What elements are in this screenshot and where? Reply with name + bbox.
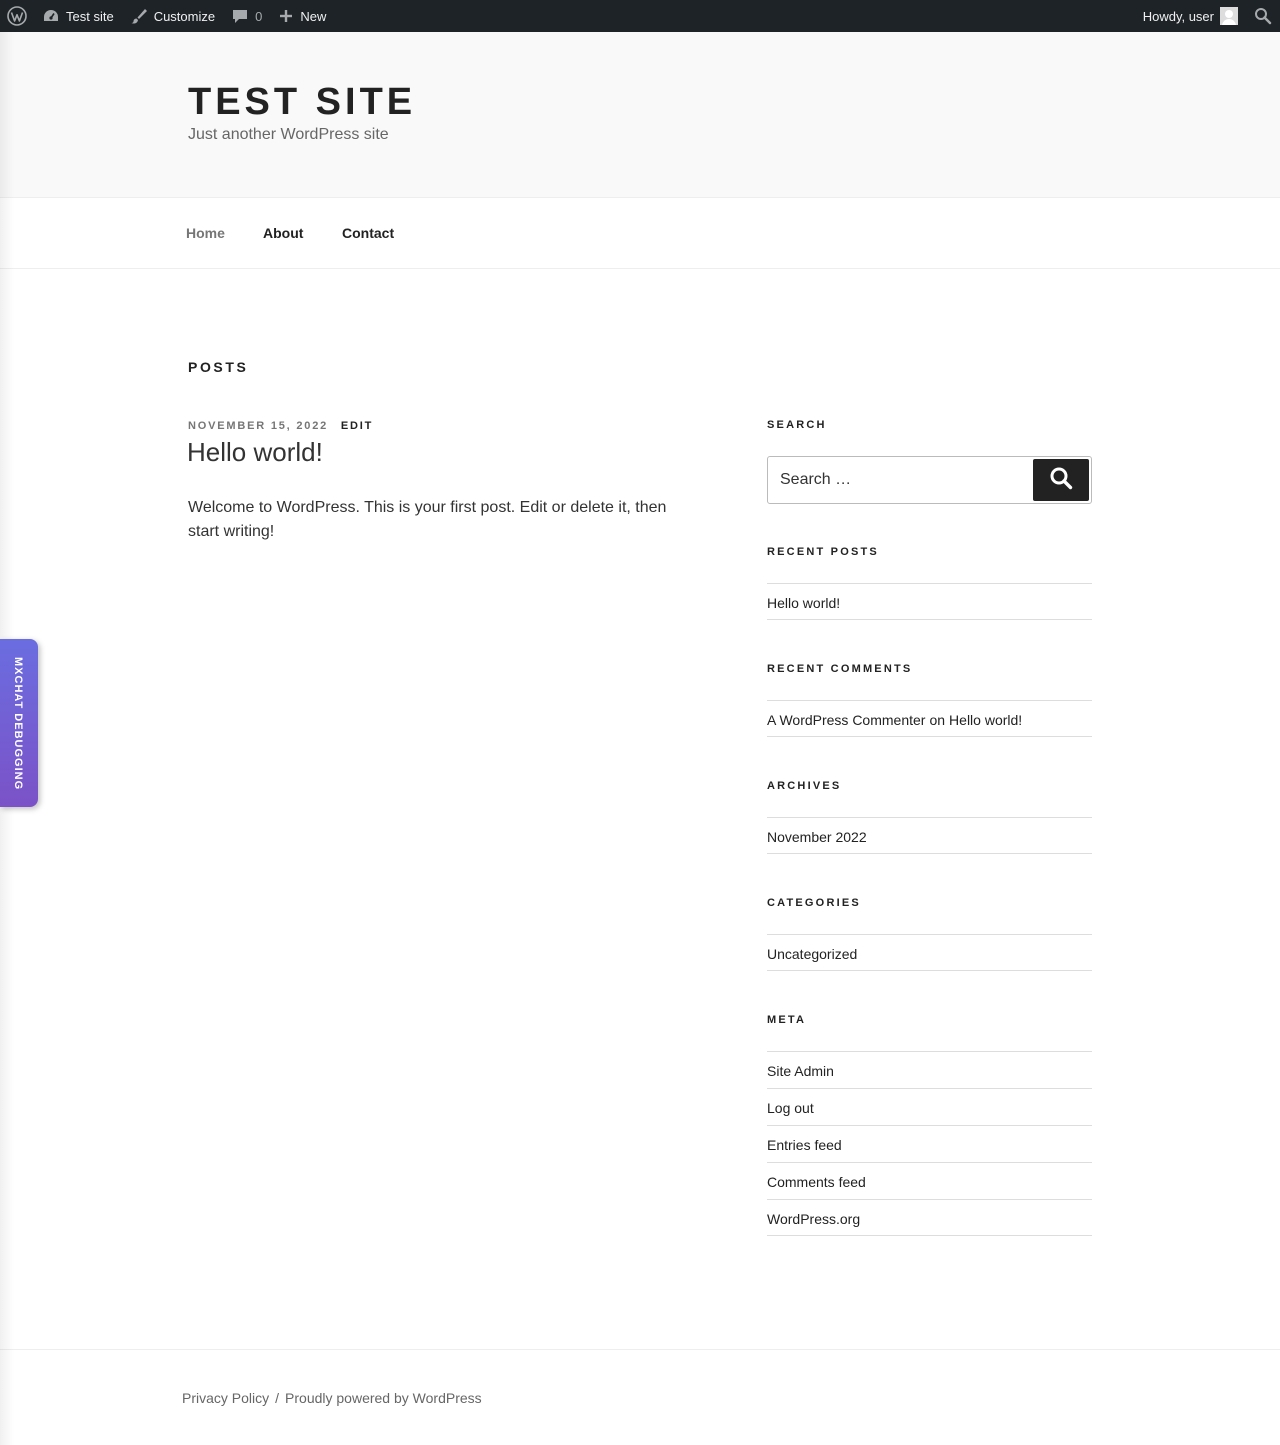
page-title: POSTS (188, 359, 249, 375)
archives-list: November 2022 (767, 817, 1092, 854)
main-navigation: Home About Contact (0, 198, 1280, 269)
meta-list: Site Admin Log out Entries feed Comments… (767, 1051, 1092, 1236)
mxchat-debugging-tab[interactable]: MXCHAT DEBUGGING (0, 639, 38, 807)
wordpress-logo-menu[interactable] (0, 0, 34, 32)
archives-widget-title: Archives (767, 780, 842, 792)
meta-link-comments-feed[interactable]: Comments feed (767, 1174, 866, 1190)
powered-by-link[interactable]: Proudly powered by WordPress (285, 1390, 482, 1406)
post-content: Welcome to WordPress. This is your first… (188, 499, 667, 540)
comment-author-link[interactable]: A WordPress Commenter (767, 712, 925, 728)
search-submit-button[interactable] (1033, 459, 1089, 501)
footer-links: Privacy Policy / Proudly powered by WordPr… (182, 1390, 482, 1406)
search-icon (1049, 466, 1073, 495)
comment-on-text: on (929, 711, 946, 728)
site-title[interactable]: TEST SITE (188, 80, 416, 124)
customize-menu[interactable]: Customize (122, 0, 223, 32)
post-date[interactable]: November 15, 2022 (188, 420, 328, 432)
avatar (1220, 7, 1238, 25)
edit-post-link[interactable]: Edit (341, 420, 373, 432)
post-meta: November 15, 2022 Edit (188, 420, 373, 432)
comments-count: 0 (255, 8, 263, 24)
site-header: TEST SITE Just another WordPress site (0, 32, 1280, 198)
admin-bar-search[interactable] (1246, 0, 1280, 32)
privacy-policy-link[interactable]: Privacy Policy (182, 1390, 269, 1406)
meta-link-site-admin[interactable]: Site Admin (767, 1063, 834, 1079)
categories-widget-title: Categories (767, 897, 861, 909)
nav-item-contact[interactable]: Contact (342, 225, 394, 241)
list-item: Site Admin (767, 1051, 1092, 1088)
nav-item-about[interactable]: About (263, 225, 303, 241)
recent-posts-widget-title: Recent Posts (767, 546, 879, 558)
categories-list: Uncategorized (767, 934, 1092, 971)
list-item: Hello world! (767, 583, 1092, 620)
archive-link[interactable]: November 2022 (767, 829, 867, 845)
recent-posts-list: Hello world! (767, 583, 1092, 620)
list-item: Entries feed (767, 1125, 1092, 1162)
list-item: Comments feed (767, 1162, 1092, 1199)
list-item: Log out (767, 1088, 1092, 1125)
list-item: November 2022 (767, 817, 1092, 854)
comment-post-link[interactable]: Hello world! (949, 712, 1022, 728)
site-description: Just another WordPress site (188, 126, 389, 143)
meta-link-log-out[interactable]: Log out (767, 1100, 814, 1116)
meta-widget-title: Meta (767, 1014, 807, 1026)
new-label: New (300, 8, 327, 24)
search-widget-title: Search (767, 419, 827, 431)
nav-item-home[interactable]: Home (186, 225, 225, 241)
post-title[interactable]: Hello world! (187, 437, 323, 468)
comments-menu[interactable]: 0 (223, 0, 270, 32)
recent-post-link[interactable]: Hello world! (767, 595, 840, 611)
new-content-menu[interactable]: New (270, 0, 334, 32)
meta-link-entries-feed[interactable]: Entries feed (767, 1137, 842, 1153)
admin-bar: Test site Customize 0 New Howdy, user (0, 0, 1280, 32)
site-name-label: Test site (66, 8, 114, 24)
wordpress-logo-icon (7, 6, 27, 26)
site-footer: Privacy Policy / Proudly powered by WordPr… (0, 1349, 1280, 1445)
brush-icon (130, 7, 148, 25)
footer-separator: / (275, 1390, 280, 1406)
plus-icon (278, 8, 294, 24)
meta-link-wordpress-org[interactable]: WordPress.org (767, 1211, 860, 1227)
howdy-label: Howdy, user (1142, 8, 1214, 24)
category-link[interactable]: Uncategorized (767, 946, 857, 962)
list-item: A WordPress Commenter on Hello world! (767, 700, 1092, 737)
search-form (767, 456, 1092, 504)
recent-comments-widget-title: Recent Comments (767, 663, 913, 675)
search-input[interactable] (769, 458, 1033, 502)
search-icon (1254, 7, 1272, 25)
admin-bar-secondary: Howdy, user (1135, 0, 1280, 32)
recent-comments-list: A WordPress Commenter on Hello world! (767, 700, 1092, 737)
list-item: Uncategorized (767, 934, 1092, 971)
mxchat-debugging-label: MXCHAT DEBUGGING (12, 657, 24, 791)
comment-bubble-icon (231, 7, 249, 25)
customize-label: Customize (153, 8, 216, 24)
site-name-menu[interactable]: Test site (34, 0, 122, 32)
list-item: WordPress.org (767, 1199, 1092, 1236)
my-account-menu[interactable]: Howdy, user (1135, 0, 1246, 32)
dashboard-icon (42, 7, 60, 25)
